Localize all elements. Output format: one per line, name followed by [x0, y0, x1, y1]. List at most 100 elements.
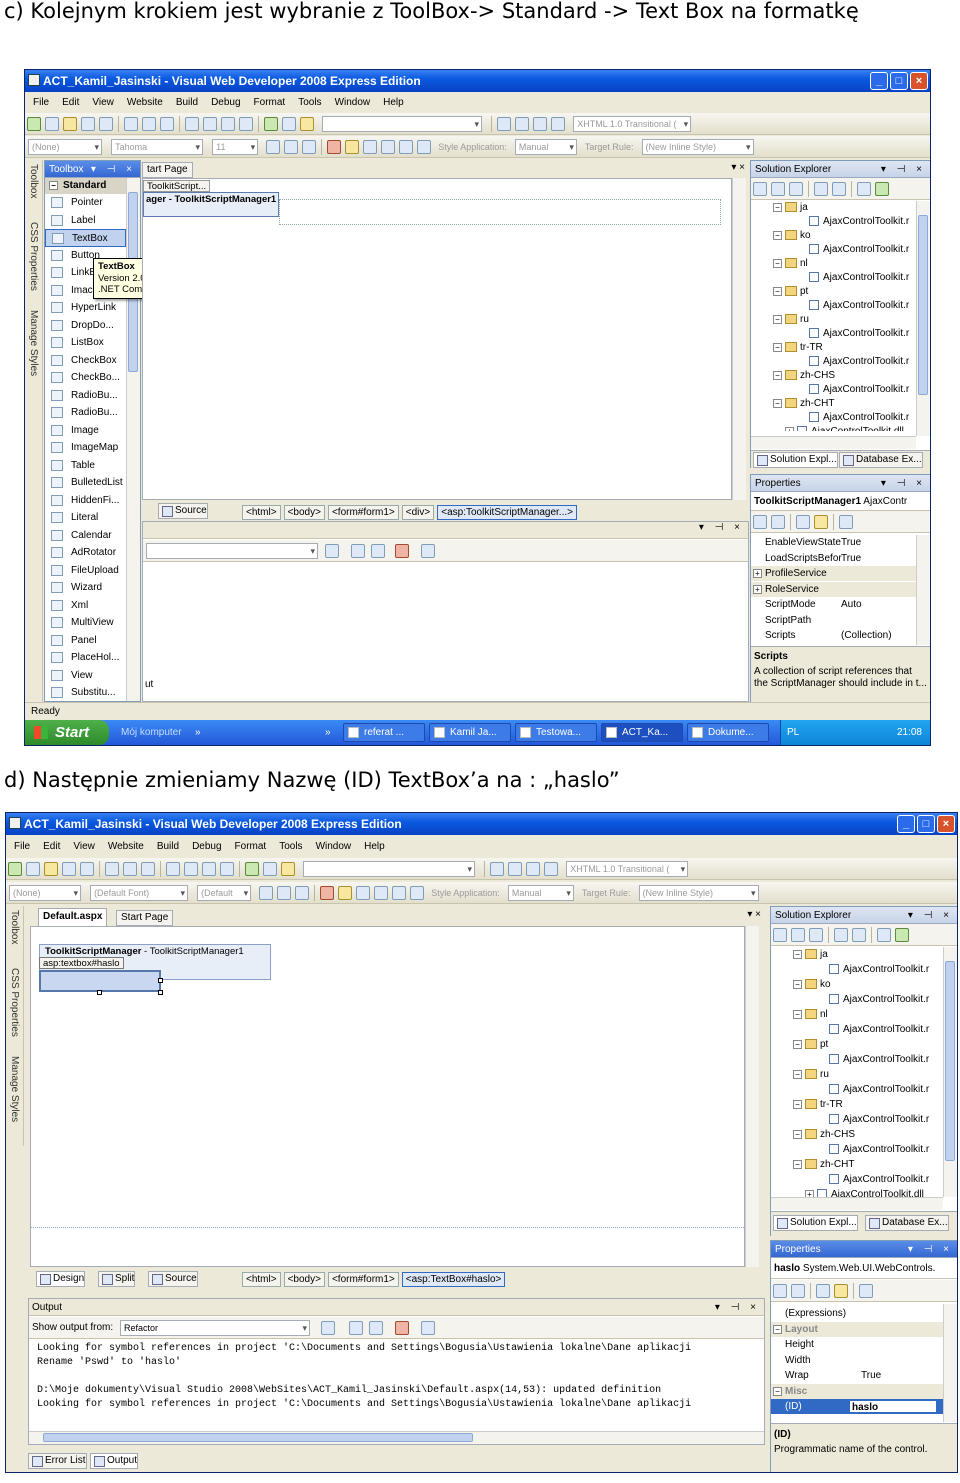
- hyperlink-icon[interactable]: [417, 140, 432, 154]
- tab-source[interactable]: Source: [158, 503, 208, 519]
- numbered-list-icon[interactable]: [374, 886, 389, 900]
- property-row[interactable]: ScriptPath: [751, 613, 916, 628]
- tab-split[interactable]: Split: [98, 1271, 136, 1287]
- property-row[interactable]: EnableViewState True: [751, 535, 916, 550]
- toolbox-item[interactable]: Literal: [45, 509, 126, 527]
- toolbox-item[interactable]: RadioBu...: [45, 387, 126, 405]
- toolbox-item[interactable]: ImageMap: [45, 439, 126, 457]
- collapse-icon[interactable]: −: [773, 258, 782, 268]
- underline-icon[interactable]: [302, 140, 317, 154]
- tree-folder-row[interactable]: − ru: [771, 1068, 943, 1082]
- toolbox-item[interactable]: RadioBu...: [45, 404, 126, 422]
- tree-file-row[interactable]: AjaxControlToolkit.r: [751, 215, 916, 229]
- collapse-icon[interactable]: −: [793, 1099, 802, 1109]
- tab-solution-explorer[interactable]: Solution Expl...: [773, 1215, 858, 1231]
- tree-file-row[interactable]: AjaxControlToolkit.r: [751, 299, 916, 313]
- bold-icon[interactable]: [266, 140, 281, 154]
- tab-source[interactable]: Source: [148, 1271, 198, 1287]
- tree-folder-row[interactable]: − ja: [771, 948, 943, 962]
- side-tab-css-properties[interactable]: CSS Properties: [9, 968, 20, 1037]
- breadcrumb-tag[interactable]: <form#form1>: [327, 1272, 399, 1287]
- collapse-icon[interactable]: −: [793, 1039, 802, 1049]
- paste-icon[interactable]: [141, 862, 155, 876]
- toolbox-item[interactable]: HyperLink: [45, 299, 126, 317]
- menu-help[interactable]: Help: [383, 97, 404, 108]
- tree-folder-row[interactable]: − tr-TR: [771, 1098, 943, 1112]
- output-panel-controls[interactable]: ▾ ⊣ ×: [715, 1299, 760, 1316]
- comment-icon[interactable]: [526, 862, 541, 876]
- tree-file-row[interactable]: AjaxControlToolkit.r: [771, 1083, 943, 1097]
- tab-start-page[interactable]: Start Page: [116, 910, 174, 926]
- menu-help[interactable]: Help: [364, 841, 385, 852]
- properties-icon[interactable]: [773, 928, 787, 942]
- tree-folder-row[interactable]: − ko: [771, 978, 943, 992]
- menu-build[interactable]: Build: [176, 97, 198, 108]
- properties-view-icon[interactable]: [816, 1284, 830, 1298]
- toolbox-item[interactable]: AdRotator: [45, 544, 126, 562]
- property-pages-icon[interactable]: [859, 1284, 873, 1298]
- tree-file-row[interactable]: AjaxControlToolkit.r: [771, 1023, 943, 1037]
- side-tab-manage-styles[interactable]: Manage Styles: [9, 1056, 20, 1122]
- toolbox-item[interactable]: Substitu...: [45, 684, 126, 702]
- tree-file-row[interactable]: AjaxControlToolkit.r: [751, 327, 916, 341]
- cut-icon[interactable]: [105, 862, 119, 876]
- add-item-icon[interactable]: [26, 862, 40, 876]
- solution-vscroll[interactable]: [916, 201, 930, 436]
- taskbar-chevron-icon[interactable]: »: [325, 720, 331, 745]
- navigate-back-icon[interactable]: [202, 862, 216, 876]
- menu-edit[interactable]: Edit: [43, 841, 60, 852]
- navigate-forward-icon[interactable]: [239, 117, 253, 131]
- toolbox-item[interactable]: FileUpload: [45, 562, 126, 580]
- tree-folder-row[interactable]: − ja: [751, 201, 916, 215]
- toolbox-item[interactable]: Pointer: [45, 194, 126, 212]
- tab-database-explorer[interactable]: Database Ex...: [865, 1215, 949, 1231]
- output-hscroll[interactable]: [29, 1431, 764, 1444]
- tab-start-page[interactable]: tart Page: [142, 162, 193, 178]
- undo-icon[interactable]: [185, 117, 199, 131]
- menu-website[interactable]: Website: [127, 97, 163, 108]
- target-rule-combo[interactable]: (New Inline Style): [641, 139, 754, 155]
- open-icon[interactable]: [63, 117, 77, 131]
- asp-config-icon[interactable]: [895, 928, 909, 942]
- breadcrumb-tag[interactable]: <html>: [242, 1272, 281, 1287]
- start-debugging-icon[interactable]: [264, 117, 278, 131]
- tab-default-aspx[interactable]: Default.aspx: [38, 908, 108, 926]
- property-row[interactable]: LoadScriptsBefor True: [751, 551, 916, 566]
- maximize-icon[interactable]: □: [917, 815, 935, 833]
- design-vscroll[interactable]: [732, 178, 746, 500]
- save-icon[interactable]: [81, 117, 95, 131]
- solution-explorer-controls[interactable]: ▾ ⊣ ×: [881, 161, 926, 177]
- resize-handle-bottom[interactable]: [97, 990, 102, 995]
- refresh-icon[interactable]: [771, 182, 785, 196]
- bulleted-list-icon[interactable]: [392, 886, 407, 900]
- bulleted-list-icon[interactable]: [399, 140, 414, 154]
- nest-related-icon[interactable]: [809, 928, 823, 942]
- tree-folder-row[interactable]: − nl: [771, 1008, 943, 1022]
- collapse-icon[interactable]: −: [793, 979, 802, 989]
- toolbox-item[interactable]: Label: [45, 212, 126, 230]
- minimize-icon[interactable]: _: [870, 72, 888, 90]
- font-name-combo[interactable]: Tahoma: [111, 139, 204, 155]
- redo-icon[interactable]: [203, 117, 217, 131]
- properties-view-icon[interactable]: [796, 515, 810, 529]
- outdent-icon[interactable]: [508, 862, 523, 876]
- taskbar-item[interactable]: Kamil Ja...: [429, 723, 511, 742]
- solution-hscroll[interactable]: [751, 436, 916, 449]
- menu-window[interactable]: Window: [316, 841, 352, 852]
- menu-file[interactable]: File: [33, 97, 49, 108]
- toolbox-item[interactable]: Panel: [45, 632, 126, 650]
- word-wrap-icon[interactable]: [421, 1321, 435, 1335]
- toolkit-script-manager-control[interactable]: ager - ToolkitScriptManager1: [143, 192, 279, 217]
- hyperlink-icon[interactable]: [410, 886, 425, 900]
- show-output-combo[interactable]: Refactor: [120, 1320, 310, 1336]
- toolbox-item[interactable]: View: [45, 667, 126, 685]
- clear-all-icon[interactable]: [395, 1321, 409, 1335]
- tab-database-explorer[interactable]: Database Ex...: [839, 452, 923, 468]
- collapse-icon[interactable]: −: [773, 286, 782, 296]
- menu-file[interactable]: File: [14, 841, 30, 852]
- tree-file-row[interactable]: AjaxControlToolkit.r: [771, 993, 943, 1007]
- side-tab-toolbox[interactable]: Toolbox: [9, 910, 20, 944]
- alphabetical-icon[interactable]: [771, 515, 785, 529]
- menu-tools[interactable]: Tools: [298, 97, 321, 108]
- tree-file-row[interactable]: AjaxControlToolkit.r: [751, 243, 916, 257]
